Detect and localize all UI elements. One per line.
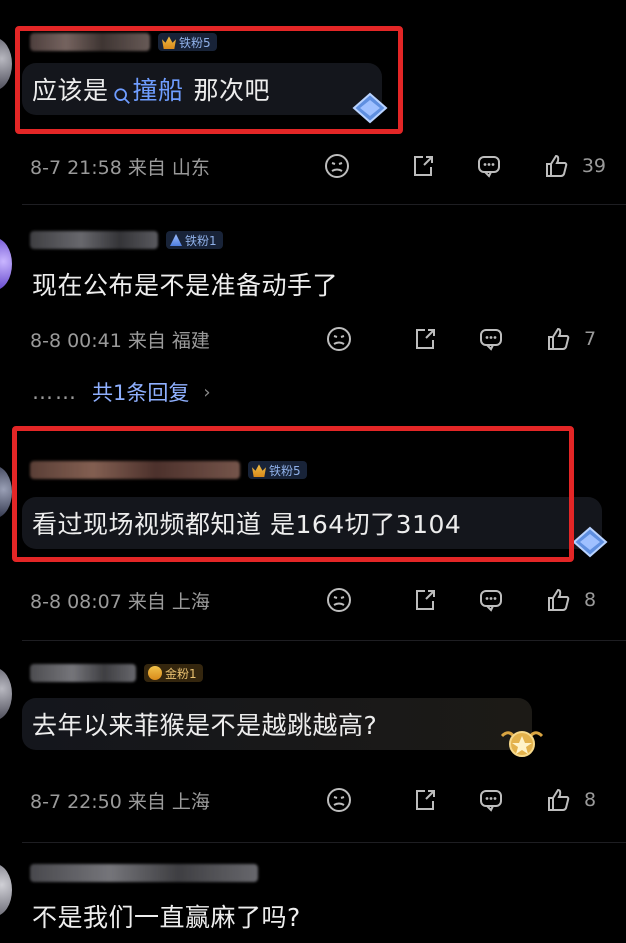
fan-level-icon: [170, 234, 182, 246]
comment-icon[interactable]: [474, 151, 504, 181]
comment-header: 铁粉1: [30, 229, 223, 251]
thumbs-up-icon[interactable]: [542, 151, 572, 181]
divider: [22, 842, 626, 843]
fan-badge[interactable]: 金粉1: [144, 664, 203, 682]
chevron-right-icon: ›: [203, 381, 211, 403]
comment-actions: 7: [324, 324, 606, 354]
thumbs-up-icon[interactable]: [544, 785, 574, 815]
comment-icon[interactable]: [476, 585, 506, 615]
diamond-sticker-icon: [572, 526, 608, 558]
username-blurred[interactable]: [30, 231, 158, 249]
comment-header: 金粉1: [30, 662, 203, 684]
comment-meta: 8-7 22:50 来自 上海 8: [30, 785, 606, 815]
like-count: 8: [584, 589, 597, 611]
face-emoji-icon[interactable]: [324, 585, 354, 615]
face-emoji-icon[interactable]: [324, 324, 354, 354]
avatar[interactable]: [0, 864, 12, 916]
highlight-box: [12, 426, 574, 562]
share-icon[interactable]: [410, 585, 440, 615]
timestamp-location: 8-8 00:41 来自 福建: [30, 329, 210, 352]
avatar[interactable]: [0, 238, 12, 290]
username-blurred[interactable]: [30, 664, 136, 682]
gold-badge-icon: [148, 666, 162, 680]
share-icon[interactable]: [408, 151, 438, 181]
timestamp-location: 8-7 22:50 来自 上海: [30, 790, 210, 813]
share-icon[interactable]: [410, 785, 440, 815]
face-emoji-icon[interactable]: [322, 151, 352, 181]
like-count: 39: [581, 155, 606, 177]
comment-actions: 39: [322, 151, 606, 181]
comment-meta: 8-8 00:41 来自 福建 7: [30, 324, 606, 354]
comment-feed: 铁粉5 应该是 撞船 那次吧 8-7 21:58 来自 山东 39 铁粉1 现在…: [0, 0, 626, 943]
like-count: 7: [584, 328, 597, 350]
thumbs-up-icon[interactable]: [544, 324, 574, 354]
comment-meta: 8-7 21:58 来自 山东 39: [30, 151, 606, 181]
thumbs-up-icon[interactable]: [544, 585, 574, 615]
share-icon[interactable]: [410, 324, 440, 354]
comment-icon[interactable]: [476, 324, 506, 354]
avatar[interactable]: [0, 38, 12, 90]
view-replies-link[interactable]: …… 共1条回复 ›: [32, 377, 211, 407]
like-count: 8: [584, 789, 597, 811]
comment-icon[interactable]: [476, 785, 506, 815]
timestamp-location: 8-8 08:07 来自 上海: [30, 590, 210, 613]
face-emoji-icon[interactable]: [324, 785, 354, 815]
divider: [22, 204, 626, 205]
comment-text[interactable]: 现在公布是不是准备动手了: [32, 266, 338, 302]
highlight-box: [15, 26, 403, 134]
comment-actions: 8: [324, 785, 606, 815]
comment-text[interactable]: 不是我们一直赢麻了吗?: [32, 898, 301, 934]
username-blurred[interactable]: [30, 864, 258, 882]
fan-badge[interactable]: 铁粉1: [166, 231, 223, 249]
comment-text[interactable]: 去年以来菲猴是不是越跳越高?: [22, 698, 532, 750]
comment-actions: 8: [324, 585, 606, 615]
timestamp-location: 8-7 21:58 来自 山东: [30, 156, 210, 179]
divider: [22, 640, 626, 641]
avatar[interactable]: [0, 466, 12, 518]
avatar[interactable]: [0, 668, 12, 720]
crown-wings-sticker-icon: [498, 722, 546, 762]
comment-meta: 8-8 08:07 来自 上海 8: [30, 585, 606, 615]
comment-header: [30, 862, 258, 884]
